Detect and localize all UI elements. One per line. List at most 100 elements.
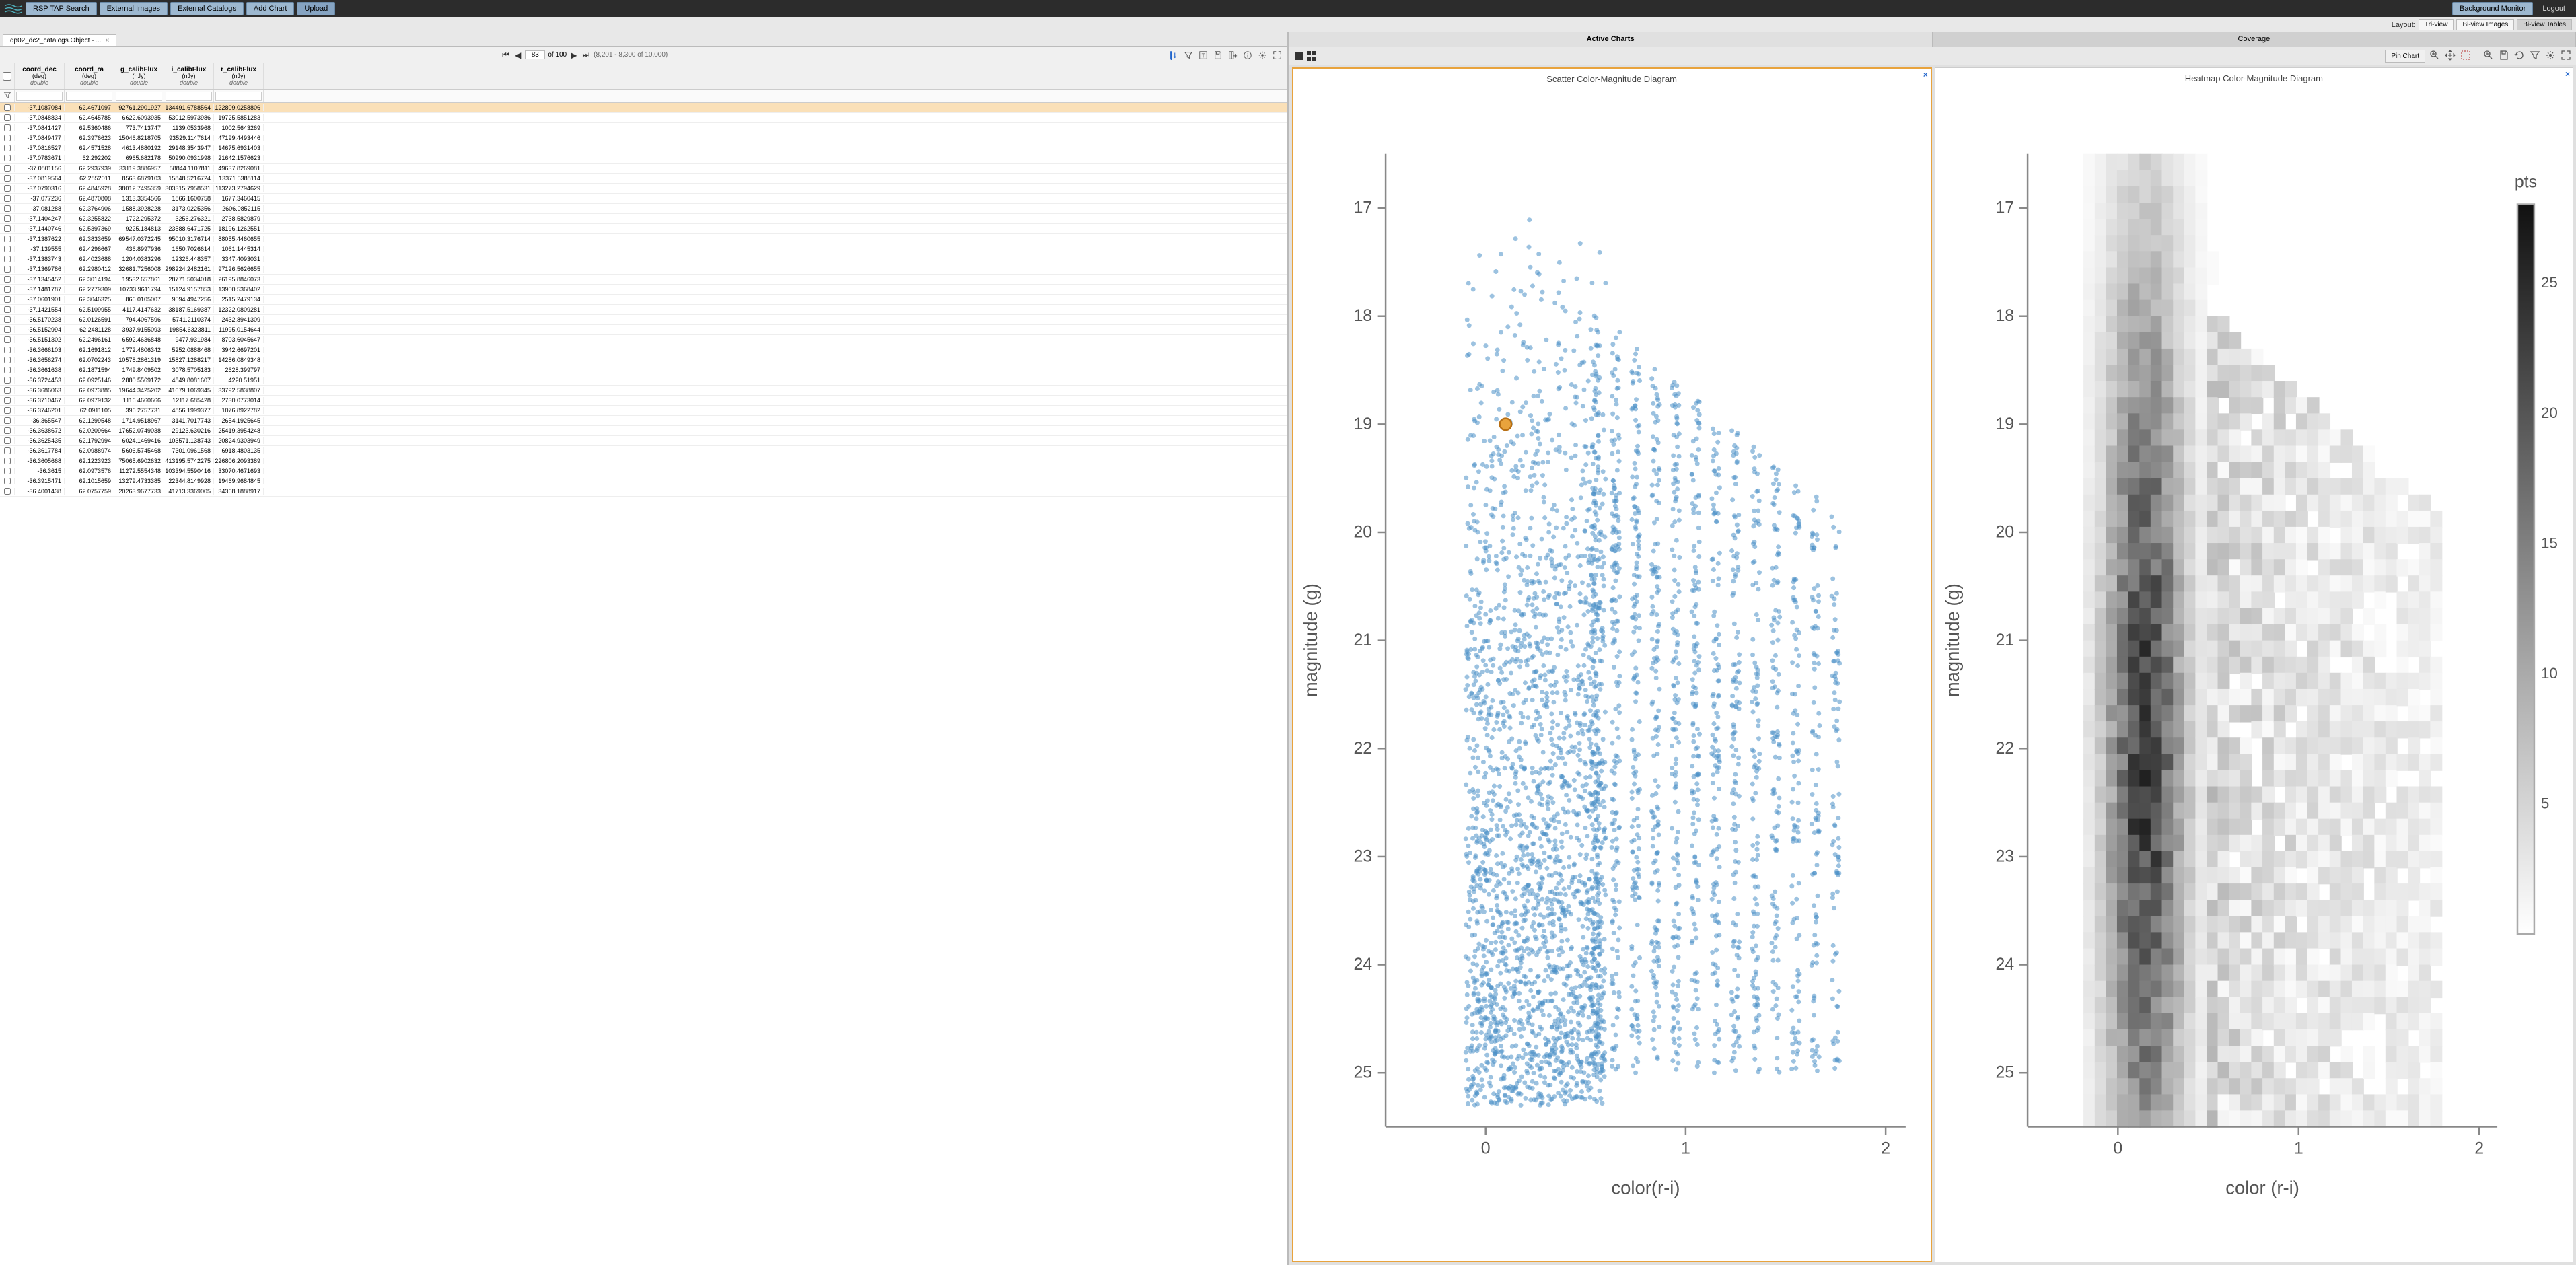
table-row[interactable]: -36.372445362.09251462880.55691724849.80… [0,375,1287,386]
next-page-icon[interactable]: ▶ [569,50,578,60]
select-all-checkbox[interactable] [3,72,11,81]
first-page-icon[interactable]: ⏮ [501,50,511,60]
pan-icon[interactable] [2443,48,2456,65]
row-checkbox[interactable] [4,195,11,202]
pin-chart-button[interactable]: Pin Chart [2385,50,2425,63]
row-checkbox[interactable] [4,155,11,161]
tab-active-charts[interactable]: Active Charts [1289,32,1933,47]
select-icon[interactable] [2458,48,2472,65]
last-page-icon[interactable]: ⏭ [581,50,591,60]
table-row[interactable]: -37.134545262.301419419532.65786128771.5… [0,275,1287,285]
close-icon[interactable]: × [106,37,110,44]
row-checkbox[interactable] [4,357,11,363]
table-row[interactable]: -36.515130262.24961616592.46368489477.93… [0,335,1287,345]
table-row[interactable]: -36.363867262.020966417652.074903829123.… [0,426,1287,436]
table-row[interactable]: -36.368606362.097388519644.342520241679.… [0,386,1287,396]
scatter-plot-canvas[interactable]: 171819202122232425012color(r-i)magnitude… [1293,87,1931,1261]
chart-expand-icon[interactable] [2559,48,2572,65]
table-row[interactable]: -37.108708462.467109792761.2901927134491… [0,103,1287,113]
row-checkbox[interactable] [4,316,11,323]
row-checkbox[interactable] [4,488,11,495]
scatter-chart[interactable]: × Scatter Color-Magnitude Diagram 171819… [1292,67,1932,1262]
table-row[interactable]: -37.07723662.48708081313.33545661866.160… [0,194,1287,204]
table-row[interactable]: -36.361562.097357611272.5554348103394.55… [0,466,1287,476]
table-row[interactable]: -37.08128862.37649061588.39282283173.022… [0,204,1287,214]
table-row[interactable]: -37.078367162.2922026965.68217850990.093… [0,153,1287,164]
table-row[interactable]: -36.365627462.070224310578.286131915827.… [0,355,1287,365]
row-checkbox[interactable] [4,124,11,131]
row-checkbox[interactable] [4,468,11,474]
filter-input-g_calibFlux[interactable] [116,92,162,101]
table-row[interactable]: -37.138762262.383365969547.037224595010.… [0,234,1287,244]
tab-coverage[interactable]: Coverage [1933,32,2576,47]
filter-input-i_calibFlux[interactable] [166,92,212,101]
logout-link[interactable]: Logout [2536,5,2572,13]
add-chart-button[interactable]: Add Chart [246,2,295,15]
table-row[interactable]: -37.080115662.293793933119.388695758844.… [0,164,1287,174]
column-header-i_calibFlux[interactable]: i_calibFlux(nJy)double [164,63,214,89]
close-icon[interactable]: × [1923,70,1928,79]
layout-biimages-button[interactable]: Bi-view Images [2456,19,2514,30]
zoom-reset-icon[interactable]: 1 [2481,48,2495,65]
row-checkbox[interactable] [4,114,11,121]
row-checkbox[interactable] [4,175,11,182]
row-checkbox[interactable] [4,397,11,404]
close-icon[interactable]: × [2565,69,2570,79]
layout-triview-button[interactable]: Tri-view [2419,19,2454,30]
info-icon[interactable]: i [1242,49,1254,61]
table-row[interactable]: -37.060190162.3046325866.01050079094.494… [0,295,1287,305]
row-checkbox[interactable] [4,417,11,424]
row-checkbox[interactable] [4,458,11,464]
row-checkbox[interactable] [4,306,11,313]
filter-input-coord_ra[interactable] [66,92,112,101]
table-tab[interactable]: dp02_dc2_catalogs.Object - ... × [3,34,116,46]
table-row[interactable]: -37.079031662.484592838012.7495359303315… [0,184,1287,194]
table-row[interactable]: -37.084883462.46457856622.609393553012.5… [0,113,1287,123]
table-row[interactable]: -37.081652762.45715284613.488019229148.3… [0,143,1287,153]
column-header-coord_dec[interactable]: coord_dec(deg)double [15,63,65,89]
prev-page-icon[interactable]: ◀ [513,50,522,60]
row-checkbox[interactable] [4,266,11,273]
upload-button[interactable]: Upload [297,2,335,15]
row-checkbox[interactable] [4,135,11,141]
chart-save-icon[interactable] [2497,48,2510,65]
table-body[interactable]: -37.108708462.467109792761.2901927134491… [0,103,1287,1265]
single-view-icon[interactable] [1293,50,1304,61]
text-view-icon[interactable]: T [1197,49,1209,61]
table-row[interactable]: -36.362543562.17929946024.1469416103571.… [0,436,1287,446]
options-icon[interactable] [1256,49,1268,61]
row-checkbox[interactable] [4,286,11,293]
row-checkbox[interactable] [4,296,11,303]
background-monitor-button[interactable]: Background Monitor [2452,2,2533,15]
table-row[interactable]: -36.366610362.16918121772.48063425252.08… [0,345,1287,355]
row-checkbox[interactable] [4,256,11,262]
table-row[interactable]: -37.084947762.397662315046.821870593529.… [0,133,1287,143]
tap-search-button[interactable]: RSP TAP Search [26,2,97,15]
row-checkbox[interactable] [4,478,11,484]
row-checkbox[interactable] [4,437,11,444]
row-checkbox[interactable] [4,185,11,192]
table-row[interactable]: -37.148178762.277930910733.961179415124.… [0,285,1287,295]
layout-bitables-button[interactable]: Bi-view Tables [2517,19,2572,30]
row-checkbox[interactable] [4,326,11,333]
page-input[interactable] [525,50,545,59]
heatmap-chart[interactable]: × Heatmap Color-Magnitude Diagram 171819… [1935,67,2573,1262]
row-checkbox[interactable] [4,377,11,384]
table-row[interactable]: -36.36554762.12995481714.95189673141.701… [0,416,1287,426]
table-row[interactable]: -37.136978662.298041232681.7256008298224… [0,264,1287,275]
table-row[interactable]: -36.361778462.09889745606.57454687301.09… [0,446,1287,456]
restore-icon[interactable] [2512,48,2526,65]
table-row[interactable]: -37.140424762.32558221722.2953723256.276… [0,214,1287,224]
row-checkbox[interactable] [4,347,11,353]
row-checkbox[interactable] [4,427,11,434]
row-checkbox[interactable] [4,367,11,373]
row-checkbox[interactable] [4,246,11,252]
save-icon[interactable] [1212,49,1224,61]
expand-icon[interactable] [1271,49,1283,61]
row-checkbox[interactable] [4,236,11,242]
table-row[interactable]: -36.391547162.101565913279.473338522344.… [0,476,1287,486]
add-column-icon[interactable] [1227,49,1239,61]
row-checkbox[interactable] [4,165,11,172]
external-images-button[interactable]: External Images [100,2,168,15]
grid-view-icon[interactable] [1306,50,1317,61]
